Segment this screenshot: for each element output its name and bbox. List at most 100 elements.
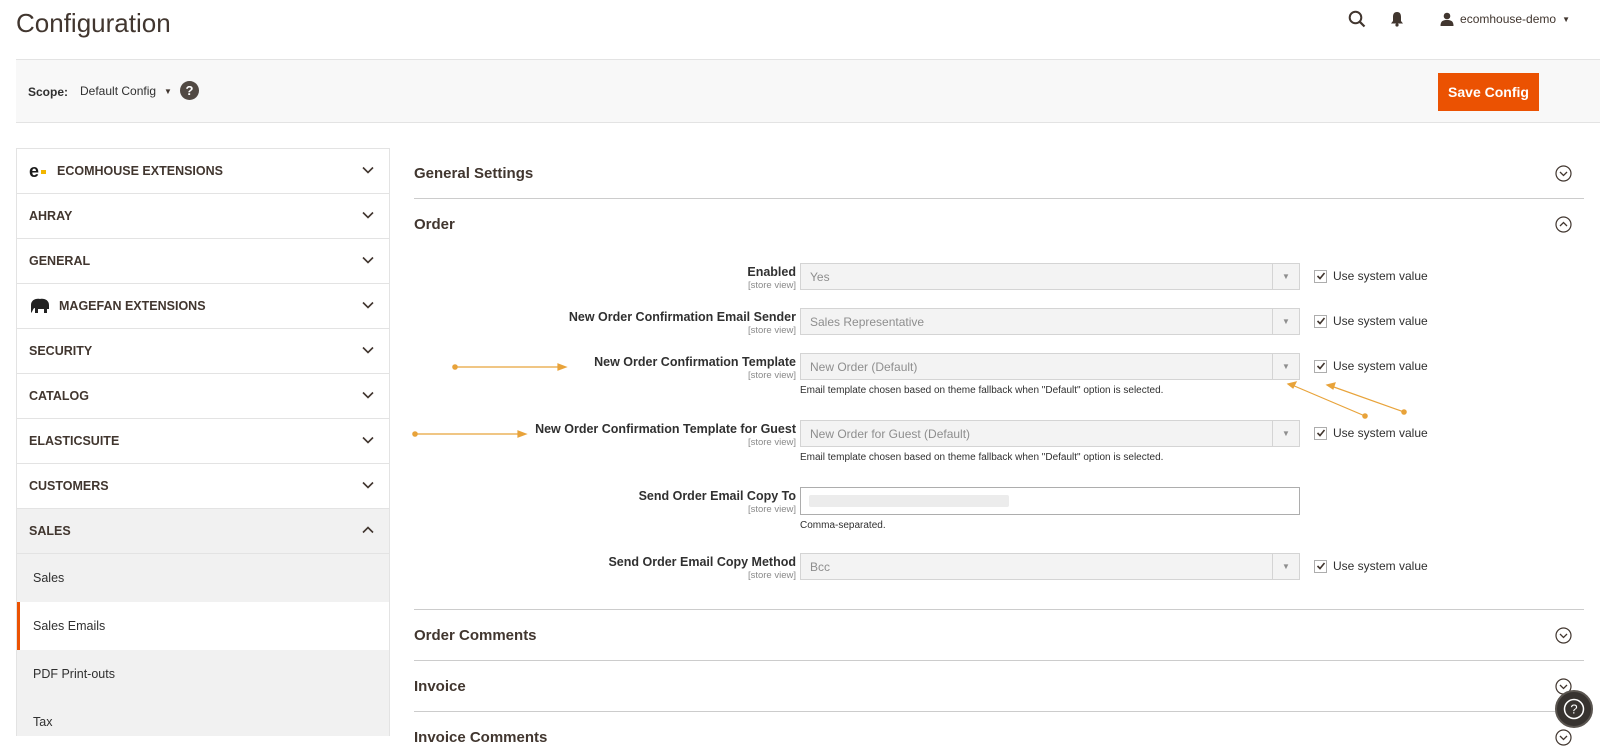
select-arrow-icon: ▼ [1272, 421, 1299, 446]
field-note: Email template chosen based on theme fal… [800, 452, 1164, 463]
circle-chevron-down-icon [1555, 729, 1572, 746]
save-config-button[interactable]: Save Config [1438, 73, 1539, 111]
sidebar-section-label: CUSTOMERS [29, 479, 109, 493]
sender-select[interactable]: Sales Representative ▼ [800, 308, 1300, 335]
sidebar-section-general[interactable]: GENERAL [17, 238, 389, 283]
sidebar-section-sales[interactable]: SALES [17, 508, 389, 553]
section-invoice-comments[interactable]: Invoice Comments [414, 712, 1584, 748]
search-icon[interactable] [1346, 8, 1368, 30]
redacted-value [809, 495, 1009, 507]
checkbox-label: Use system value [1333, 314, 1428, 328]
header-actions: ecomhouse-demo ▼ [1346, 8, 1570, 30]
sidebar-item-tax[interactable]: Tax [17, 698, 389, 736]
svg-text:?: ? [1570, 702, 1577, 717]
chevron-up-icon [362, 526, 374, 534]
sidebar-section-elasticsuite[interactable]: ELASTICSUITE [17, 418, 389, 463]
bell-icon[interactable] [1386, 8, 1408, 30]
sidebar-item-sales-emails[interactable]: Sales Emails [17, 602, 389, 650]
sidebar-item-pdf-print-outs[interactable]: PDF Print-outs [17, 650, 389, 698]
guest-template-select[interactable]: New Order for Guest (Default) ▼ [800, 420, 1300, 447]
chevron-down-icon [362, 166, 374, 174]
section-title: Invoice Comments [414, 728, 548, 746]
help-fab-icon[interactable]: ? [1555, 690, 1593, 728]
select-value: Sales Representative [810, 314, 925, 329]
section-general-settings[interactable]: General Settings [414, 148, 1584, 199]
template-use-system-checkbox[interactable]: Use system value [1314, 359, 1428, 373]
enabled-use-system-checkbox[interactable]: Use system value [1314, 269, 1428, 283]
chevron-down-icon [362, 436, 374, 444]
sidebar-section-customers[interactable]: CUSTOMERS [17, 463, 389, 508]
copy-method-select[interactable]: Bcc ▼ [800, 553, 1300, 580]
checkbox-checked-icon [1314, 359, 1327, 373]
sidebar-section-label: ELASTICSUITE [29, 434, 120, 448]
order-fields: Enabled [store view] Yes ▼ Use system va… [414, 250, 1584, 610]
field-label-text: New Order Confirmation Template for Gues… [535, 422, 796, 436]
scope-hint: [store view] [747, 325, 796, 336]
user-menu[interactable]: ecomhouse-demo ▼ [1440, 12, 1570, 26]
copy-to-input[interactable] [800, 487, 1300, 515]
field-label: Enabled [store view] [416, 265, 796, 291]
section-title: Invoice [414, 677, 466, 695]
sidebar-section-ecomhouse[interactable]: e ECOMHOUSE EXTENSIONS [17, 148, 389, 193]
chevron-down-icon [362, 391, 374, 399]
guest-template-use-system-checkbox[interactable]: Use system value [1314, 426, 1428, 440]
section-title: Order [414, 216, 455, 233]
scope-value: Default Config [80, 84, 157, 98]
field-note: Email template chosen based on theme fal… [800, 385, 1164, 396]
scope-hint: [store view] [747, 370, 796, 381]
chevron-down-icon [362, 301, 374, 309]
field-label-text: Send Order Email Copy Method [608, 555, 796, 569]
scope-help-icon[interactable]: ? [180, 81, 199, 100]
user-name: ecomhouse-demo [1460, 12, 1557, 26]
field-note: Comma-separated. [800, 520, 886, 531]
caret-down-icon: ▼ [1562, 14, 1570, 24]
circle-chevron-down-icon [1555, 165, 1572, 182]
checkbox-checked-icon [1314, 269, 1327, 283]
chevron-down-icon [362, 346, 374, 354]
section-order-comments[interactable]: Order Comments [414, 610, 1584, 661]
select-arrow-icon: ▼ [1272, 354, 1299, 379]
select-value: Yes [810, 269, 830, 284]
sidebar-section-catalog[interactable]: CATALOG [17, 373, 389, 418]
sidebar-section-label: SECURITY [29, 344, 93, 358]
chevron-down-icon [362, 256, 374, 264]
sidebar-section-label: MAGEFAN EXTENSIONS [59, 299, 206, 313]
sidebar-section-ahray[interactable]: AHRAY [17, 193, 389, 238]
caret-down-icon: ▼ [164, 86, 172, 96]
section-title: Order Comments [414, 626, 537, 644]
select-arrow-icon: ▼ [1272, 309, 1299, 334]
enabled-select[interactable]: Yes ▼ [800, 263, 1300, 290]
section-invoice[interactable]: Invoice [414, 661, 1584, 712]
svg-text:e: e [29, 163, 39, 179]
circle-chevron-down-icon [1555, 627, 1572, 644]
copy-method-use-system-checkbox[interactable]: Use system value [1314, 559, 1428, 573]
chevron-down-icon [362, 211, 374, 219]
circle-chevron-up-icon [1555, 216, 1572, 233]
scope-hint: [store view] [747, 504, 796, 515]
sidebar-section-magefan[interactable]: MAGEFAN EXTENSIONS [17, 283, 389, 328]
config-main: General Settings Order Enabled [store vi… [414, 148, 1584, 748]
select-value: New Order (Default) [810, 359, 918, 374]
sidebar-section-label: AHRAY [29, 209, 73, 223]
field-label: Send Order Email Copy To [store view] [416, 489, 796, 515]
field-label: New Order Confirmation Template for Gues… [416, 422, 796, 448]
chevron-down-icon [362, 481, 374, 489]
section-order[interactable]: Order [414, 199, 1584, 250]
checkbox-label: Use system value [1333, 269, 1428, 283]
scope-hint: [store view] [747, 280, 796, 291]
sidebar-section-label: CATALOG [29, 389, 89, 403]
sidebar-section-label: SALES [29, 524, 71, 538]
scope-label: Scope: [28, 85, 69, 99]
checkbox-checked-icon [1314, 559, 1327, 573]
user-icon [1440, 12, 1454, 26]
sidebar-item-sales[interactable]: Sales [17, 554, 389, 602]
config-sidebar: e ECOMHOUSE EXTENSIONS AHRAY GENERAL MAG… [16, 148, 390, 736]
field-label-text: New Order Confirmation Email Sender [568, 310, 796, 324]
sidebar-section-security[interactable]: SECURITY [17, 328, 389, 373]
scope-switcher[interactable]: Default Config ▼ [80, 84, 172, 98]
sender-use-system-checkbox[interactable]: Use system value [1314, 314, 1428, 328]
template-select[interactable]: New Order (Default) ▼ [800, 353, 1300, 380]
field-label-text: Enabled [747, 265, 796, 279]
scope-hint: [store view] [747, 437, 796, 448]
checkbox-checked-icon [1314, 314, 1327, 328]
